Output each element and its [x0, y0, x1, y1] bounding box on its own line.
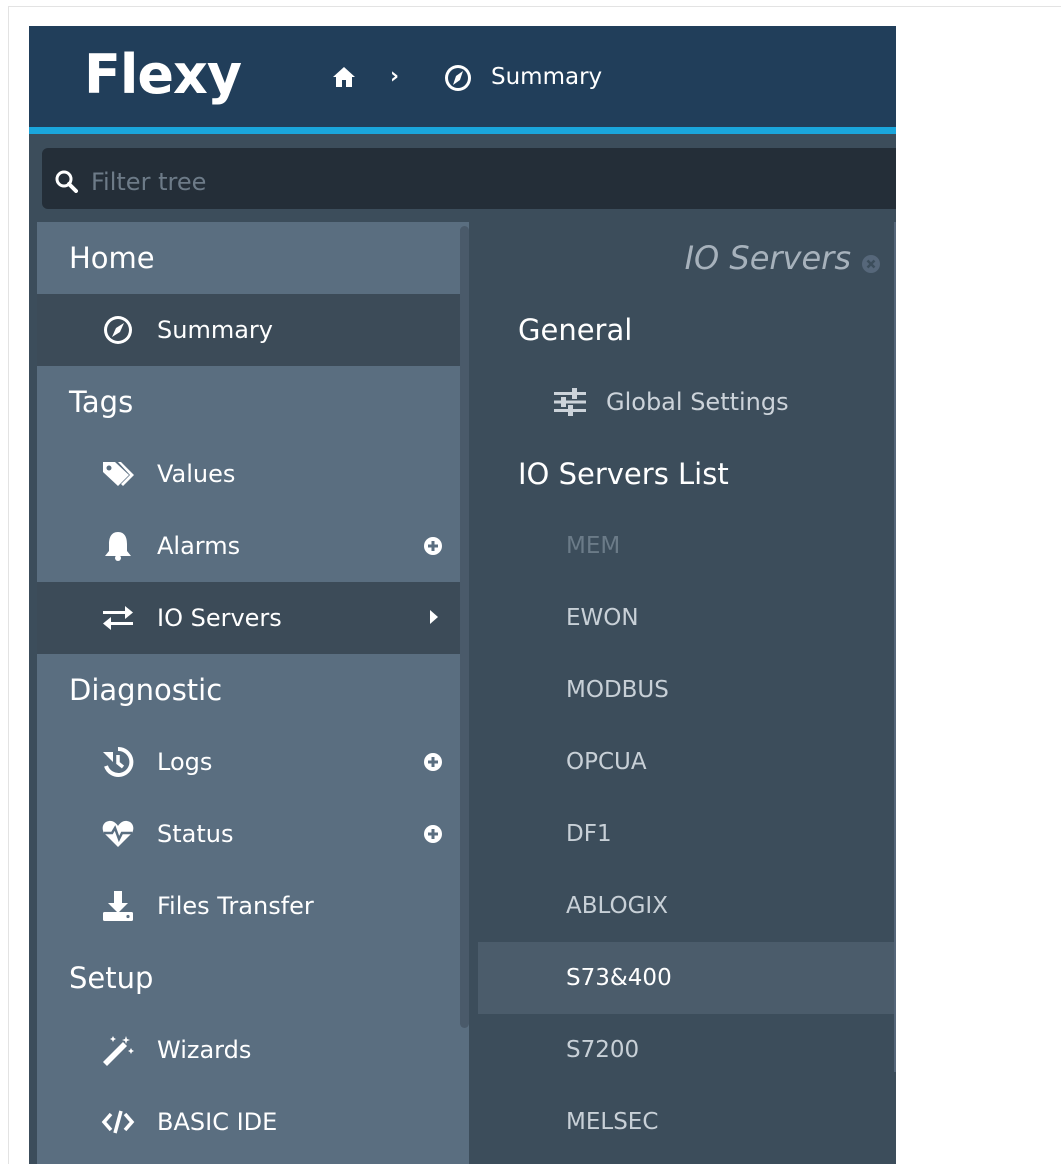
global-settings-item[interactable]: Global Settings	[554, 366, 884, 438]
tree-item-alarms[interactable]: Alarms	[37, 510, 469, 582]
tree-item-label: Logs	[157, 748, 213, 776]
section-diagnostic[interactable]: Diagnostic	[37, 654, 469, 726]
tree-item-values[interactable]: Values	[37, 438, 469, 510]
io-server-item-ewon[interactable]: EWON	[478, 582, 896, 654]
section-setup[interactable]: Setup	[37, 942, 469, 1014]
section-home[interactable]: Home	[37, 222, 469, 294]
tree-item-label: Alarms	[157, 532, 241, 560]
tree-item-status[interactable]: Status	[37, 798, 469, 870]
panel-title: IO Servers	[684, 239, 851, 277]
tree-item-label: Summary	[157, 316, 273, 344]
code-icon	[101, 1110, 135, 1134]
app-window: Flexy › Summary Home Summary	[29, 26, 896, 1164]
io-server-item-ablogix[interactable]: ABLOGIX	[478, 870, 896, 942]
io-server-item-melsec[interactable]: MELSEC	[478, 1086, 896, 1158]
section-label: Diagnostic	[69, 673, 223, 707]
tree-item-basic-ide[interactable]: BASIC IDE	[37, 1086, 469, 1158]
history-icon	[103, 746, 134, 777]
section-tags[interactable]: Tags	[37, 366, 469, 438]
magic-wand-icon	[103, 1036, 134, 1066]
section-label: Home	[69, 241, 155, 275]
io-servers-panel: IO Servers General Global Settings IO Se…	[478, 222, 896, 1164]
caret-right-icon	[430, 610, 438, 624]
frame-border-left	[8, 6, 9, 1164]
navigation-tree: Home Summary Tags Values Alarms IO Serve…	[37, 222, 469, 1164]
compass-icon	[104, 316, 132, 344]
io-server-label: S73&400	[566, 965, 672, 991]
add-status-icon[interactable]	[424, 825, 442, 843]
io-server-label: MELSEC	[566, 1109, 659, 1135]
home-icon[interactable]	[331, 64, 357, 90]
tree-item-files-transfer[interactable]: Files Transfer	[37, 870, 469, 942]
heartbeat-icon	[102, 820, 134, 847]
tree-item-label: Files Transfer	[157, 892, 314, 920]
breadcrumb-chevron-icon: ›	[390, 64, 400, 89]
global-settings-label: Global Settings	[606, 388, 789, 416]
io-server-item-mem[interactable]: MEM	[478, 510, 896, 582]
io-server-label: DF1	[566, 821, 612, 847]
close-icon[interactable]	[862, 255, 880, 273]
section-label: Tags	[69, 385, 134, 419]
io-server-item-s73-400[interactable]: S73&400	[478, 942, 896, 1014]
add-alarm-icon[interactable]	[424, 537, 442, 555]
io-server-label: OPCUA	[566, 749, 647, 775]
add-log-icon[interactable]	[424, 753, 442, 771]
tree-item-label: IO Servers	[157, 604, 282, 632]
tree-item-label: Wizards	[157, 1036, 252, 1064]
io-server-label: S7200	[566, 1037, 640, 1063]
tree-item-summary[interactable]: Summary	[37, 294, 469, 366]
tree-item-label: BASIC IDE	[157, 1108, 278, 1136]
bell-icon	[105, 532, 131, 561]
general-heading: General	[518, 313, 633, 347]
io-server-label: EWON	[566, 605, 639, 631]
io-server-item-s7200[interactable]: S7200	[478, 1014, 896, 1086]
exchange-icon	[103, 606, 133, 630]
tree-scrollbar[interactable]	[460, 226, 469, 1028]
filter-tree-input[interactable]	[89, 164, 873, 200]
io-server-label: ABLOGIX	[566, 893, 668, 919]
sliders-icon	[554, 388, 586, 416]
flexy-logo[interactable]: Flexy	[84, 40, 242, 110]
io-server-label: MODBUS	[566, 677, 669, 703]
search-icon	[55, 170, 78, 193]
breadcrumb-current[interactable]: Summary	[491, 62, 602, 92]
tree-item-logs[interactable]: Logs	[37, 726, 469, 798]
download-icon	[103, 891, 133, 921]
tree-item-io-servers[interactable]: IO Servers	[37, 582, 469, 654]
tree-item-wizards[interactable]: Wizards	[37, 1014, 469, 1086]
header-accent-line	[29, 127, 896, 134]
compass-icon	[445, 65, 471, 91]
tree-item-label: Status	[157, 820, 234, 848]
io-servers-list-heading: IO Servers List	[518, 457, 729, 491]
panel-scrollbar[interactable]	[894, 222, 896, 1072]
tree-item-label: Values	[157, 460, 236, 488]
io-server-label: MEM	[566, 533, 621, 559]
tags-icon	[103, 462, 134, 486]
io-server-item-opcua[interactable]: OPCUA	[478, 726, 896, 798]
header-bar: Flexy › Summary	[29, 26, 896, 127]
frame-border-top	[8, 6, 1061, 7]
io-server-item-modbus[interactable]: MODBUS	[478, 654, 896, 726]
section-label: Setup	[69, 961, 154, 995]
io-server-item-df1[interactable]: DF1	[478, 798, 896, 870]
